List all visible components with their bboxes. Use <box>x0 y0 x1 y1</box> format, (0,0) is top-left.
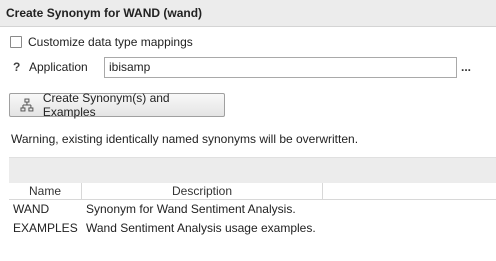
row-name: WAND <box>13 202 50 216</box>
column-header-description[interactable]: Description <box>82 183 323 199</box>
column-header-filler <box>323 183 496 199</box>
customize-mappings-option[interactable]: Customize data type mappings <box>10 35 193 49</box>
customize-mappings-label: Customize data type mappings <box>28 35 193 49</box>
table-row[interactable]: EXAMPLES Wand Sentiment Analysis usage e… <box>9 219 496 238</box>
application-input[interactable]: ibisamp <box>104 57 457 78</box>
create-synonyms-button[interactable]: Create Synonym(s) and Examples <box>9 91 225 119</box>
dialog-title: Create Synonym for WAND (wand) <box>0 0 496 27</box>
browse-application-button[interactable]: ... <box>461 60 471 74</box>
row-name: EXAMPLES <box>13 221 78 235</box>
synonym-grid: Name Description WAND Synonym for Wand S… <box>9 157 496 261</box>
overwrite-warning: Warning, existing identically named syno… <box>11 132 359 146</box>
table-row[interactable]: WAND Synonym for Wand Sentiment Analysis… <box>9 200 496 219</box>
customize-mappings-checkbox[interactable] <box>10 36 22 48</box>
application-label: Application <box>29 60 88 74</box>
grid-header: Name Description <box>9 183 496 200</box>
column-header-name[interactable]: Name <box>9 183 82 199</box>
help-icon[interactable]: ? <box>13 60 20 74</box>
hierarchy-icon <box>20 98 34 112</box>
row-description: Wand Sentiment Analysis usage examples. <box>86 221 316 235</box>
grid-toolbar <box>9 157 496 183</box>
create-synonyms-label: Create Synonym(s) and Examples <box>42 91 170 119</box>
row-description: Synonym for Wand Sentiment Analysis. <box>86 202 296 216</box>
